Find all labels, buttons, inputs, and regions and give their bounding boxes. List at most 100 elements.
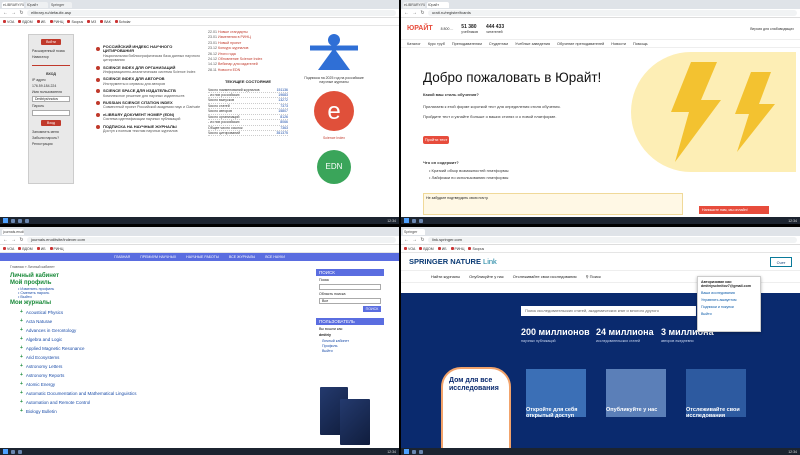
reload-icon[interactable]: ↻ [420, 10, 425, 16]
reload-icon[interactable]: ↻ [19, 10, 24, 16]
menu-item[interactable]: Обучение преподавателей [557, 42, 604, 46]
news-item[interactable]: 28.11 Новости EDN [208, 68, 288, 72]
search-input[interactable]: Поиск исследовательских статей, академич… [521, 306, 696, 316]
menu-item[interactable]: Студентам [489, 42, 508, 46]
start-icon[interactable] [3, 218, 8, 223]
accessibility-link[interactable]: Версия для слабовидящих [750, 27, 794, 31]
person-logo-icon[interactable] [304, 30, 364, 74]
nav-link[interactable]: Опубликуйте у нас [469, 274, 504, 279]
nav-link[interactable]: Найти журналы [431, 274, 460, 279]
section-heading[interactable]: РОССИЙСКИЙ ИНДЕКС НАУЧНОГО ЦИТИРОВАНИЯ [96, 44, 204, 54]
sidebar-link[interactable]: Расширенный поиск [32, 49, 70, 53]
forward-icon[interactable]: → [412, 10, 417, 16]
nav-link[interactable]: ГЛАВНАЯ [114, 255, 130, 259]
back-icon[interactable]: ← [3, 237, 8, 243]
menu-item[interactable]: Каталог [407, 42, 421, 46]
url-field[interactable]: elibrary.ru/defaultx.asp [27, 10, 396, 16]
promo-text[interactable]: Science Index [304, 136, 364, 140]
nav-link[interactable]: ВСЕ ЖУРНАЛЫ [229, 255, 255, 259]
popup-link[interactable]: Управлять аккаунтом [701, 298, 757, 302]
menu-item[interactable]: Помощь [633, 42, 648, 46]
password-field[interactable] [32, 110, 70, 116]
news-item[interactable]: 23.01 Новый проект [208, 41, 288, 45]
search-button[interactable]: ПОИСК [363, 306, 381, 312]
news-item[interactable]: 23.12 Конкурс журналов [208, 46, 288, 50]
card-title[interactable]: Откройте для себя открытый доступ [526, 407, 596, 419]
bookmark[interactable]: VOA [3, 247, 14, 251]
bookmark[interactable]: ИБ [437, 247, 447, 251]
menu-item[interactable]: Новости [611, 42, 626, 46]
urait-logo[interactable]: ЮРАЙТ [407, 25, 433, 32]
login-button[interactable]: Вход [41, 120, 61, 126]
app-icon[interactable] [11, 449, 15, 454]
bookmark[interactable]: ВДОМ [18, 247, 33, 251]
reload-icon[interactable]: ↻ [19, 237, 24, 243]
bookmark[interactable]: РИНЦ [450, 247, 464, 251]
back-icon[interactable]: ← [404, 237, 409, 243]
bookmark[interactable]: ИБ [36, 247, 46, 251]
tab-item[interactable]: Юрайт [26, 1, 48, 8]
bookmark[interactable]: Scopus [468, 247, 484, 251]
back-icon[interactable]: ← [3, 10, 8, 16]
url-field[interactable]: link.springer.com [428, 237, 797, 243]
forgot-link[interactable]: Забыли пароль? [32, 136, 70, 140]
tab-item[interactable]: Springer [403, 228, 425, 235]
card-title[interactable]: Отслеживайте свои исследования [686, 407, 756, 419]
chat-toast[interactable]: Напишите нам, мы онлайн! [699, 206, 769, 214]
app-icon[interactable] [412, 218, 416, 223]
app-icon[interactable] [419, 449, 423, 454]
app-icon[interactable] [18, 449, 22, 454]
url-field[interactable]: journals.eruditsite/indexer.com [27, 237, 396, 243]
start-icon[interactable] [404, 449, 409, 454]
tab-item[interactable]: eLIBRARY.RU [403, 1, 425, 8]
bookmark[interactable]: ВДОМ [18, 20, 33, 24]
bookmark[interactable]: VOA [404, 247, 415, 251]
tab-item[interactable]: Юрайт [427, 1, 449, 8]
user-link[interactable]: Личный кабинет [322, 339, 378, 343]
register-link[interactable]: Регистрация [32, 142, 70, 146]
news-item[interactable]: 14.12 Вебинар для издателей [208, 62, 288, 66]
bookmark[interactable]: ИБ [36, 20, 46, 24]
nav-link[interactable]: Отслеживайте свои исследования [513, 274, 577, 279]
menu-item[interactable]: Курс труб [428, 42, 445, 46]
journal-link[interactable]: + Astronomy Letters [20, 363, 379, 369]
back-icon[interactable]: ← [404, 10, 409, 16]
start-icon[interactable] [404, 218, 409, 223]
username-field[interactable]: Dmitriyshnotov [32, 96, 70, 102]
news-item[interactable]: 23.01 Изменения в РИНЦ [208, 35, 288, 39]
search-input[interactable] [319, 284, 381, 290]
search-button[interactable]: Войти [41, 39, 61, 45]
news-item[interactable]: 24.12 Обновление Science Index [208, 57, 288, 61]
bookmark[interactable]: ВДОМ [419, 247, 434, 251]
area-select[interactable]: Все [319, 298, 381, 304]
nav-link[interactable]: ПРЕМИУМ НАУЧНЫХ [140, 255, 176, 259]
book-cover-image[interactable] [340, 399, 370, 445]
search-link[interactable]: ⚲ Поиск [586, 274, 601, 279]
news-item[interactable]: 26.12 Итоги года [208, 52, 288, 56]
journal-link[interactable]: + Astronomy Reports [20, 372, 379, 378]
app-icon[interactable] [419, 218, 423, 223]
tab-item[interactable]: journals.eruditsite/indexer.com [2, 228, 24, 235]
app-icon[interactable] [412, 449, 416, 454]
springer-logo[interactable]: SPRINGER NATURE Link [409, 257, 497, 266]
account-button[interactable]: Счет [770, 256, 792, 267]
user-link[interactable]: Выйти [322, 349, 378, 353]
popup-link[interactable]: Ваши исследования [701, 291, 757, 295]
journal-link[interactable]: + Arid Ecosystems [20, 354, 379, 360]
card-title[interactable]: Опубликуйте у нас [606, 407, 676, 413]
menu-item[interactable]: Преподавателям [452, 42, 482, 46]
user-link[interactable]: Профиль [322, 344, 378, 348]
url-field[interactable]: urait.ru/register/fcards [428, 10, 797, 16]
promo-text[interactable]: Подписка на 2025 год на российские научн… [304, 76, 364, 84]
popup-link[interactable]: Подписки и покупки [701, 305, 757, 309]
forward-icon[interactable]: → [412, 237, 417, 243]
start-icon[interactable] [3, 449, 8, 454]
bookmark[interactable]: МЗ [87, 20, 96, 24]
menu-item[interactable]: Учебные заведения [515, 42, 550, 46]
reload-icon[interactable]: ↻ [420, 237, 425, 243]
science-index-logo-icon[interactable]: e [304, 88, 364, 134]
app-icon[interactable] [25, 218, 29, 223]
bookmark[interactable]: Scholar [114, 20, 131, 24]
sidebar-link[interactable]: Навигатор [32, 55, 70, 59]
forward-icon[interactable]: → [11, 237, 16, 243]
